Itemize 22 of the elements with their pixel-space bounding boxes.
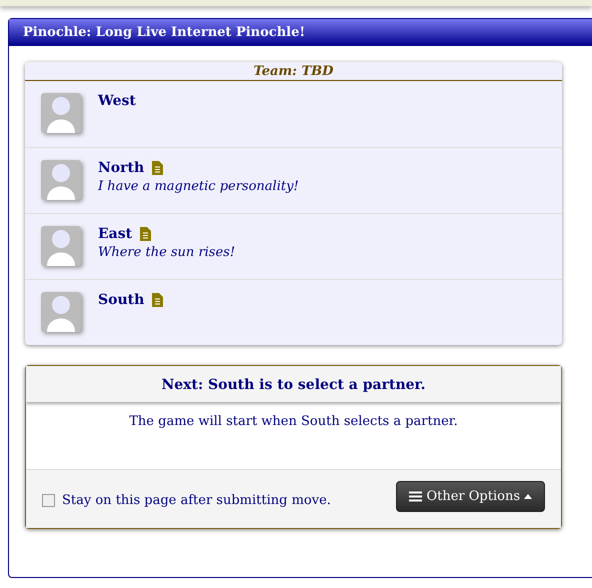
avatar-icon: [41, 292, 81, 334]
document-icon[interactable]: [152, 293, 164, 307]
team-title: Team: TBD: [25, 62, 562, 81]
other-options-button[interactable]: Other Options: [396, 481, 545, 512]
menu-icon: [409, 491, 422, 502]
stay-checkbox[interactable]: [42, 494, 55, 507]
player-motto: I have a magnetic personality!: [98, 179, 299, 194]
player-motto: Where the sun rises!: [98, 245, 236, 260]
caret-icon: [524, 494, 532, 499]
checkbox-label: Stay on this page after submitting move.: [62, 493, 331, 508]
avatar-icon: [41, 226, 81, 268]
status-message: The game will start when South selects a partner.: [128, 413, 459, 431]
avatar-icon: [41, 160, 81, 202]
player-name: South: [98, 292, 144, 308]
player-name: North: [98, 160, 144, 176]
document-icon[interactable]: [152, 161, 164, 175]
player-name: East: [98, 226, 132, 242]
avatar-icon: [41, 93, 81, 135]
document-icon[interactable]: [140, 227, 152, 241]
player-name: West: [98, 93, 136, 109]
panel-title: Pinochle: Long Live Internet Pinochle!: [23, 25, 306, 40]
status-heading: Next: South is to select a partner.: [26, 366, 561, 402]
